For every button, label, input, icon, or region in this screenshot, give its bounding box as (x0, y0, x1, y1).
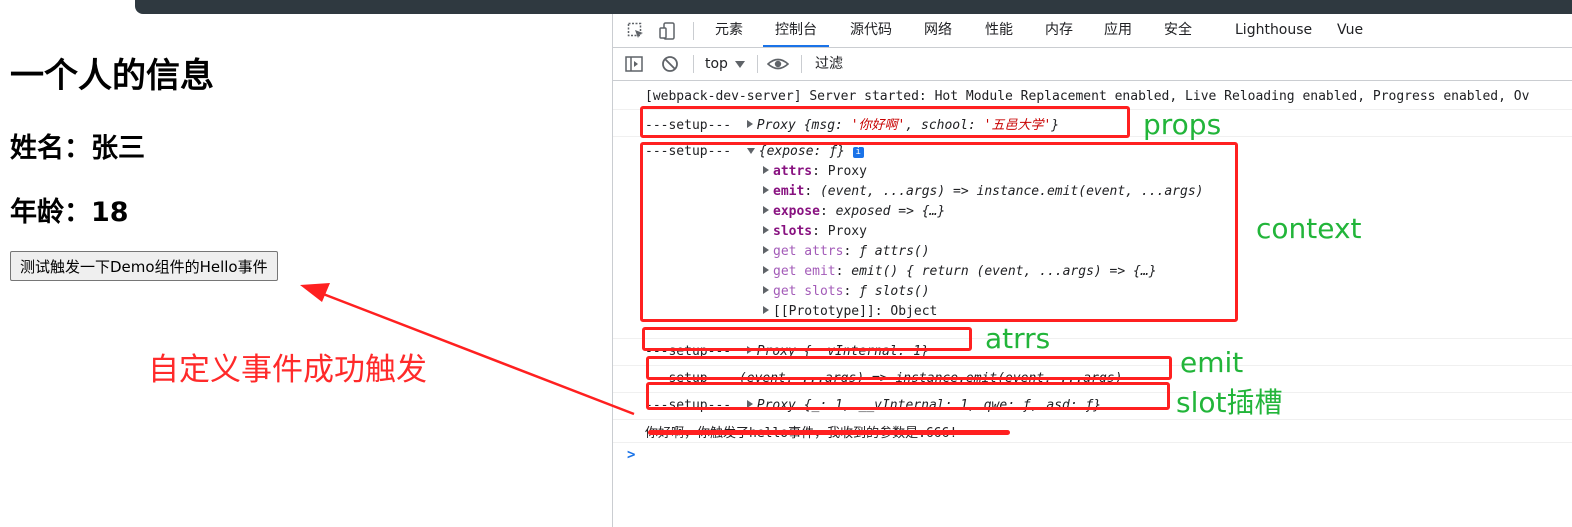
annotation-arrow (300, 283, 635, 416)
